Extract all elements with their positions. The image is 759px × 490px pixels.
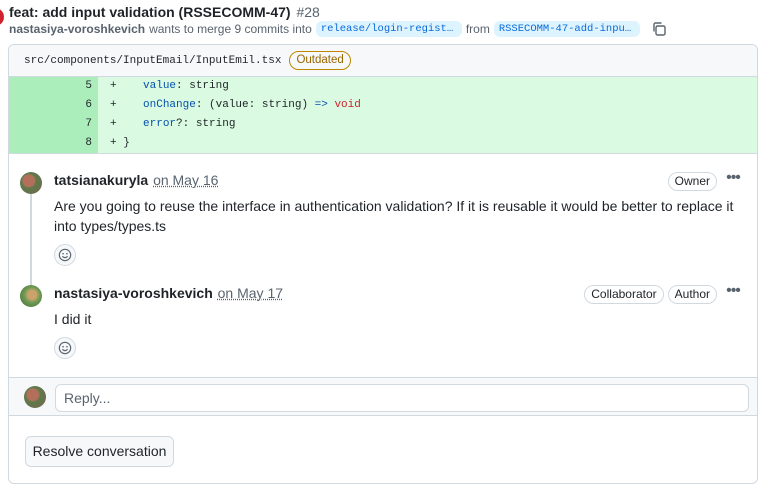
file-header: src/components/InputEmail/InputEmil.tsx … [9, 45, 757, 77]
line-number[interactable]: 7 [9, 115, 98, 134]
pr-state-indicator [0, 8, 4, 26]
file-path[interactable]: src/components/InputEmail/InputEmil.tsx [24, 55, 281, 67]
pr-number[interactable]: #28 [296, 4, 319, 20]
collaborator-badge: Collaborator [584, 285, 664, 304]
comment-date[interactable]: on May 17 [218, 285, 283, 301]
line-number[interactable]: 6 [9, 96, 98, 115]
copy-icon[interactable] [650, 20, 668, 38]
comment-header: nastasiya-voroshkevich on May 17 [54, 285, 283, 301]
line-number[interactable]: 5 [9, 77, 98, 96]
diff-line: 7 + error?: string [9, 115, 757, 134]
diff-block: 5 + value: string 6 + onChange: (value: … [9, 77, 757, 153]
pr-merge-text: wants to merge 9 commits into [149, 22, 312, 36]
smiley-icon[interactable] [54, 337, 76, 359]
comment-date[interactable]: on May 16 [153, 172, 218, 188]
timeline-connector [30, 190, 32, 290]
pr-title-text: feat: add input validation (RSSECOMM-47) [9, 4, 291, 20]
avatar[interactable] [20, 285, 42, 307]
author-badge: Author [667, 285, 717, 304]
resolve-conversation-button[interactable]: Resolve conversation [25, 436, 174, 467]
comments-list: tatsianakuryla on May 16 Owner ••• Are y… [9, 153, 757, 376]
avatar[interactable] [20, 172, 42, 194]
reply-area [9, 377, 757, 416]
smiley-icon[interactable] [54, 244, 76, 266]
head-branch[interactable]: RSSECOMM-47-add-input-val… [493, 21, 640, 37]
pr-header: feat: add input validation (RSSECOMM-47)… [0, 0, 759, 40]
outdated-badge: Outdated [289, 51, 351, 70]
review-thread: src/components/InputEmail/InputEmil.tsx … [8, 44, 758, 484]
line-number[interactable]: 8 [9, 134, 98, 153]
comment-author[interactable]: tatsianakuryla [54, 172, 148, 188]
kebab-horizontal-icon[interactable]: ••• [723, 170, 743, 191]
owner-badge: Owner [667, 172, 717, 191]
code-line: + value: string [110, 80, 229, 92]
pr-subtitle: nastasiya-voroshkevich wants to merge 9 … [9, 20, 668, 38]
diff-line: 5 + value: string [9, 77, 757, 96]
code-line: + error?: string [110, 118, 236, 130]
pr-title: feat: add input validation (RSSECOMM-47)… [9, 4, 320, 20]
role-badges: Collaborator Author [584, 285, 717, 304]
diff-line: 6 + onChange: (value: string) => void [9, 96, 757, 115]
role-badges: Owner [667, 172, 717, 191]
reply-input[interactable] [55, 384, 749, 412]
code-line: + } [110, 137, 130, 149]
base-branch[interactable]: release/login-registratio… [315, 21, 462, 37]
pr-from-text: from [465, 22, 490, 36]
comment-body: Are you going to reuse the interface in … [54, 198, 734, 234]
avatar [24, 386, 46, 408]
code-line: + onChange: (value: string) => void [110, 99, 361, 111]
comment-header: tatsianakuryla on May 16 [54, 172, 218, 188]
kebab-horizontal-icon[interactable]: ••• [723, 283, 743, 304]
comment-author[interactable]: nastasiya-voroshkevich [54, 285, 213, 301]
pr-author-link[interactable]: nastasiya-voroshkevich [9, 22, 145, 36]
diff-line: 8 + } [9, 134, 757, 153]
comment-body: I did it [54, 311, 92, 327]
